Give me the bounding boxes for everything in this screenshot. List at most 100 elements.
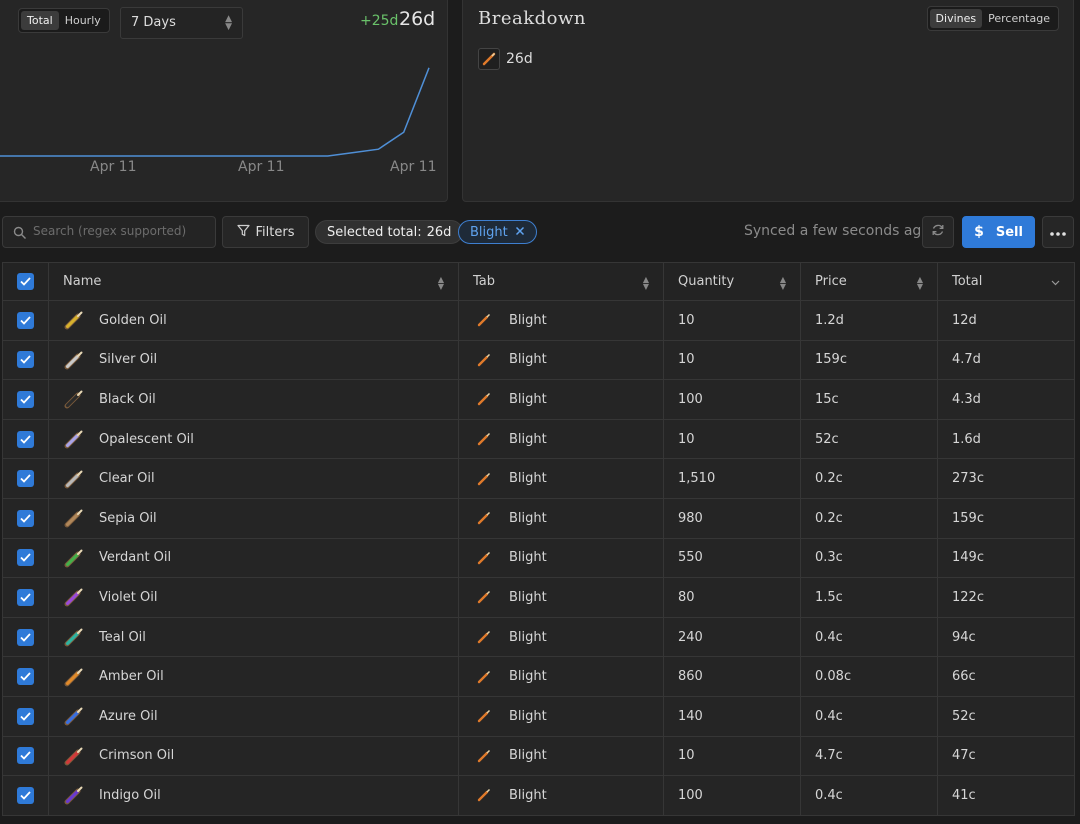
total-cell: 1.6d [937, 418, 1075, 460]
table-row[interactable]: Crimson Oil Blight 10 4.7c 47c [2, 735, 1075, 777]
row-checkbox[interactable] [17, 430, 34, 448]
name-cell: Clear Oil [48, 458, 459, 499]
quantity-cell: 100 [663, 775, 801, 816]
table-row[interactable]: Golden Oil Blight 10 1.2d 12d [2, 300, 1075, 341]
column-header-quantity[interactable]: Quantity ▲ ▼ [663, 262, 801, 301]
sync-status: Synced a few seconds ago [744, 223, 930, 239]
column-header-price[interactable]: Price ▲ ▼ [800, 262, 938, 301]
item-name: Azure Oil [99, 708, 158, 724]
row-checkbox[interactable] [17, 668, 34, 686]
column-header-name[interactable]: Name ▲ ▼ [48, 262, 459, 301]
item-tab: Blight [509, 589, 547, 605]
more-options-button[interactable] [1042, 216, 1074, 248]
quantity-cell: 10 [663, 300, 801, 341]
name-cell: Indigo Oil [48, 775, 459, 816]
item-name: Black Oil [99, 391, 156, 407]
item-name: Sepia Oil [99, 510, 157, 526]
item-tab: Blight [509, 352, 547, 368]
price-cell: 0.4c [800, 695, 938, 737]
row-checkbox[interactable] [17, 311, 34, 329]
quantity-cell: 140 [663, 695, 801, 737]
row-checkbox[interactable] [17, 588, 34, 606]
table-row[interactable]: Sepia Oil Blight 980 0.2c 159c [2, 497, 1075, 539]
price-cell: 0.2c [800, 497, 938, 539]
breakdown-item[interactable]: 26d [478, 48, 533, 70]
row-checkbox[interactable] [17, 628, 34, 646]
column-header-total[interactable]: Total [937, 262, 1075, 301]
row-checkbox[interactable] [17, 351, 34, 369]
quantity-cell: 10 [663, 735, 801, 777]
row-checkbox[interactable] [17, 707, 34, 725]
item-tab: Blight [509, 550, 547, 566]
price-cell: 1.2d [800, 300, 938, 341]
row-checkbox[interactable] [17, 747, 34, 765]
table-row[interactable]: Black Oil Blight 100 15c 4.3d [2, 379, 1075, 420]
divines-percentage-toggle[interactable]: Divines Percentage [926, 6, 1059, 31]
column-header-tab[interactable]: Tab ▲ ▼ [458, 262, 664, 301]
sell-button[interactable]: $ Sell [962, 216, 1035, 248]
header-label: Quantity [678, 274, 735, 289]
blight-tab-icon [473, 666, 495, 688]
table-row[interactable]: Verdant Oil Blight 550 0.3c 149c [2, 537, 1075, 579]
item-name: Violet Oil [99, 589, 158, 605]
toggle-percentage[interactable]: Percentage [982, 9, 1056, 28]
oil-item-icon [63, 349, 85, 371]
refresh-button[interactable] [922, 216, 954, 248]
oil-item-icon [63, 705, 85, 727]
breakdown-panel: Breakdown Divines Percentage 26d [462, 0, 1074, 202]
blight-tab-icon [473, 428, 495, 450]
item-tab: Blight [509, 471, 547, 487]
row-checkbox[interactable] [17, 549, 34, 567]
total-cell: 159c [937, 497, 1075, 539]
table-row[interactable]: Amber Oil Blight 860 0.08c 66c [2, 656, 1075, 697]
row-checkbox[interactable] [17, 470, 34, 488]
table-row[interactable]: Azure Oil Blight 140 0.4c 52c [2, 695, 1075, 737]
row-select-cell [2, 577, 49, 618]
name-cell: Opalescent Oil [48, 418, 459, 460]
search-input[interactable] [33, 224, 208, 238]
search-field[interactable] [2, 216, 216, 248]
table-row[interactable]: Violet Oil Blight 80 1.5c 122c [2, 577, 1075, 618]
table-row[interactable]: Teal Oil Blight 240 0.4c 94c [2, 616, 1075, 658]
tab-cell: Blight [458, 300, 664, 341]
tab-cell: Blight [458, 735, 664, 777]
item-name: Golden Oil [99, 312, 167, 328]
total-cell: 94c [937, 616, 1075, 658]
item-tab: Blight [509, 510, 547, 526]
tab-cell: Blight [458, 616, 664, 658]
more-icon [1050, 225, 1066, 240]
row-checkbox[interactable] [17, 509, 34, 527]
oil-item-icon [63, 309, 85, 331]
tab-filter-tag[interactable]: Blight [458, 220, 537, 244]
tab-cell: Blight [458, 656, 664, 697]
table-row[interactable]: Indigo Oil Blight 100 0.4c 41c [2, 775, 1075, 816]
oil-item-icon [63, 547, 85, 569]
row-select-cell [2, 339, 49, 381]
price-cell: 0.2c [800, 458, 938, 499]
oil-item-icon [63, 428, 85, 450]
blight-tab-icon [473, 468, 495, 490]
oil-item-icon [63, 666, 85, 688]
total-cell: 4.7d [937, 339, 1075, 381]
blight-tab-icon [473, 586, 495, 608]
series-line [0, 67, 430, 157]
item-tab: Blight [509, 669, 547, 685]
table-row[interactable]: Silver Oil Blight 10 159c 4.7d [2, 339, 1075, 381]
filters-label: Filters [255, 224, 295, 240]
tab-cell: Blight [458, 537, 664, 579]
row-checkbox[interactable] [17, 786, 34, 804]
oil-item-icon [63, 626, 85, 648]
select-all-checkbox[interactable] [17, 273, 34, 290]
toggle-divines[interactable]: Divines [929, 9, 983, 28]
filters-button[interactable]: Filters [222, 216, 309, 248]
table-row[interactable]: Clear Oil Blight 1,510 0.2c 273c [2, 458, 1075, 499]
price-cell: 4.7c [800, 735, 938, 777]
close-icon[interactable] [515, 225, 525, 240]
quantity-cell: 1,510 [663, 458, 801, 499]
row-select-cell [2, 775, 49, 816]
row-checkbox[interactable] [17, 390, 34, 408]
table-row[interactable]: Opalescent Oil Blight 10 52c 1.6d [2, 418, 1075, 460]
breakdown-item-value: 26d [506, 51, 533, 67]
row-select-cell [2, 695, 49, 737]
total-cell: 47c [937, 735, 1075, 777]
